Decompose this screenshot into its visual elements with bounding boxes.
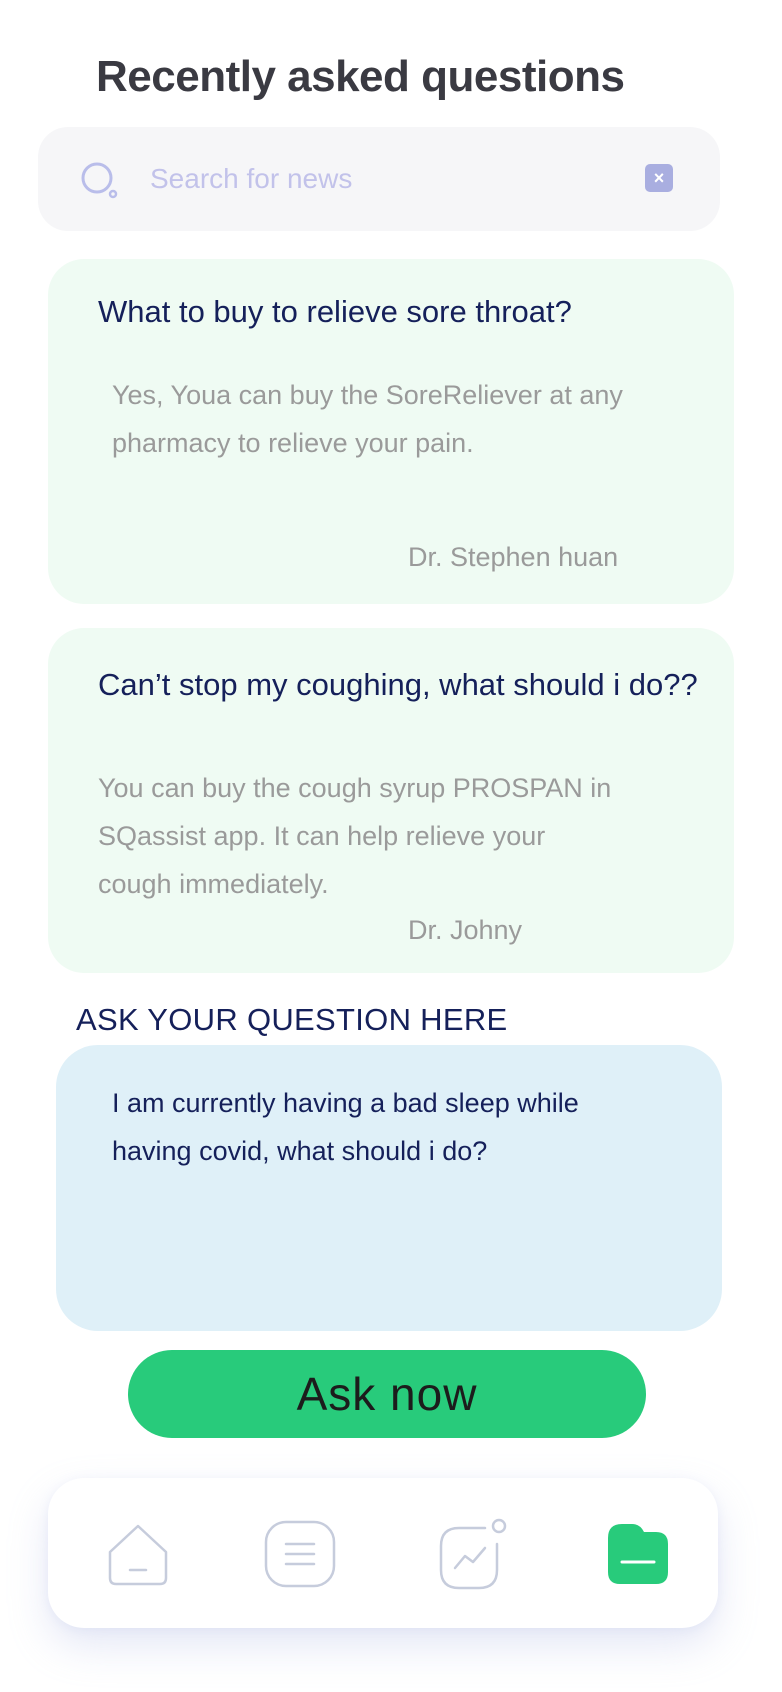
nav-item-folder[interactable] <box>602 1516 678 1592</box>
question-card[interactable]: What to buy to relieve sore throat? Yes,… <box>48 259 734 604</box>
nav-item-home[interactable] <box>100 1516 176 1592</box>
ask-question-label: ASK YOUR QUESTION HERE <box>76 1002 508 1037</box>
home-icon <box>108 1524 168 1586</box>
folder-icon <box>608 1524 668 1584</box>
search-input[interactable] <box>150 153 630 205</box>
qa-screen: Recently asked questions × What to buy t… <box>0 0 782 1692</box>
page-title: Recently asked questions <box>96 52 625 101</box>
question-answer: Yes, Youa can buy the SoreReliever at an… <box>112 380 623 458</box>
search-bar: × <box>38 127 720 231</box>
nav-item-news[interactable] <box>262 1516 338 1592</box>
question-card[interactable]: Can’t stop my coughing, what should i do… <box>48 628 734 973</box>
ask-now-button[interactable]: Ask now <box>128 1350 646 1438</box>
chart-icon <box>439 1518 507 1590</box>
question-textarea[interactable]: I am currently having a bad sleep while … <box>56 1045 722 1331</box>
question-title: Can’t stop my coughing, what should i do… <box>98 667 698 702</box>
document-icon <box>264 1520 336 1588</box>
clear-search-button[interactable]: × <box>645 164 673 192</box>
doctor-name: Dr. Stephen huan <box>408 542 619 572</box>
question-title: What to buy to relieve sore throat? <box>98 294 572 329</box>
bottom-nav <box>48 1478 718 1628</box>
nav-item-stats[interactable] <box>433 1516 509 1592</box>
search-icon <box>81 162 118 199</box>
doctor-name: Dr. Johny <box>408 915 523 945</box>
question-text: I am currently having a bad sleep while … <box>112 1088 579 1166</box>
question-answer: You can buy the cough syrup PROSPAN in S… <box>98 773 612 899</box>
